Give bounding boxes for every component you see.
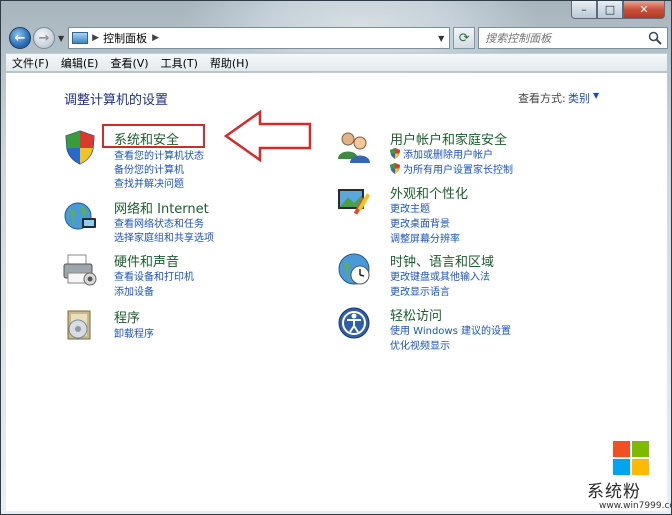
users-icon[interactable] [336,129,372,165]
link-devices-printers[interactable]: 查看设备和打印机 [114,268,194,283]
watermark-brand: 系统粉 [587,482,641,502]
breadcrumb-separator-icon[interactable]: ▶ [152,33,159,43]
uac-shield-icon [390,148,400,159]
control-panel-content: 调整计算机的设置 查看方式: 类别 ▼ 系统和安全 查看您的计算机状态 备份您的… [6,73,667,511]
ease-of-access-icon[interactable] [336,305,372,341]
forward-button[interactable]: → [33,27,55,49]
recent-pages-dropdown[interactable]: ▼ [58,34,64,43]
chevron-down-icon[interactable]: ▼ [593,91,599,100]
windows-logo-icon [613,441,649,475]
menu-tools[interactable]: 工具(T) [161,55,198,71]
shield-icon[interactable] [62,129,98,165]
link-windows-recommended-settings[interactable]: 使用 Windows 建议的设置 [390,322,511,337]
refresh-icon: ⟳ [458,30,470,46]
annotation-arrow-icon [224,110,312,162]
link-text[interactable]: 为所有用户设置家长控制 [403,165,513,176]
link-optimize-video-display[interactable]: 优化视频显示 [390,337,450,352]
link-backup-computer[interactable]: 备份您的计算机 [114,161,184,176]
network-globe-icon[interactable] [62,198,98,234]
address-bar[interactable]: ▶ 控制面板 ▶ ▼ [68,27,451,49]
menu-edit[interactable]: 编辑(E) [61,55,99,71]
breadcrumb-control-panel[interactable]: 控制面板 [103,30,147,46]
link-change-display-language[interactable]: 更改显示语言 [390,283,450,298]
breadcrumb-separator-icon[interactable]: ▶ [92,33,99,43]
printer-icon[interactable] [62,251,98,287]
link-view-network-status[interactable]: 查看网络状态和任务 [114,215,204,230]
menu-bar: 文件(F) 编辑(E) 查看(V) 工具(T) 帮助(H) [6,53,667,72]
search-input[interactable] [485,31,646,45]
link-change-theme[interactable]: 更改主题 [390,200,430,215]
link-troubleshoot[interactable]: 查找并解决问题 [114,175,184,190]
view-by-label: 查看方式: [518,92,566,105]
arrow-left-icon: ← [14,30,26,46]
link-add-device[interactable]: 添加设备 [114,283,154,298]
search-box[interactable] [478,27,669,49]
uac-shield-icon [390,163,400,174]
back-button[interactable]: ← [9,27,31,49]
appearance-icon[interactable] [336,183,372,219]
minimize-button[interactable]: – [571,1,597,19]
control-panel-window: – □ ✕ ← → ▼ ▶ 控制面板 ▶ ▼ ⟳ 文件(F) [0,0,672,515]
link-parental-controls[interactable]: 为所有用户设置家长控制 [390,161,513,176]
link-change-desktop-background[interactable]: 更改桌面背景 [390,215,450,230]
menu-file[interactable]: 文件(F) [12,55,49,71]
arrow-right-icon: → [38,30,50,46]
menu-help[interactable]: 帮助(H) [210,55,249,71]
menu-view[interactable]: 查看(V) [110,55,148,71]
link-uninstall-program[interactable]: 卸载程序 [114,325,154,340]
link-add-remove-accounts[interactable]: 添加或删除用户帐户 [390,146,493,161]
link-text[interactable]: 添加或删除用户帐户 [403,150,493,161]
control-panel-icon [72,32,89,44]
highlight-box [102,124,205,148]
maximize-button[interactable]: □ [597,1,623,19]
link-change-keyboard[interactable]: 更改键盘或其他输入法 [390,268,490,283]
programs-icon[interactable] [62,307,98,343]
link-view-computer-status[interactable]: 查看您的计算机状态 [114,147,204,162]
view-by-dropdown[interactable]: 类别 [568,90,590,106]
page-title: 调整计算机的设置 [64,93,169,108]
close-button[interactable]: ✕ [623,1,665,19]
address-dropdown-button[interactable]: ▼ [433,28,449,48]
link-homegroup-sharing[interactable]: 选择家庭组和共享选项 [114,229,214,244]
caption-buttons: – □ ✕ [571,1,665,19]
clock-globe-icon[interactable] [336,251,372,287]
category-title-programs[interactable]: 程序 [114,307,140,326]
link-adjust-resolution[interactable]: 调整屏幕分辨率 [390,230,460,245]
refresh-button[interactable]: ⟳ [453,27,476,49]
search-icon[interactable] [648,31,662,45]
navigation-bar: ← → ▼ ▶ 控制面板 ▶ ▼ ⟳ [5,25,669,51]
watermark-url: www.win7999.com [599,501,672,511]
